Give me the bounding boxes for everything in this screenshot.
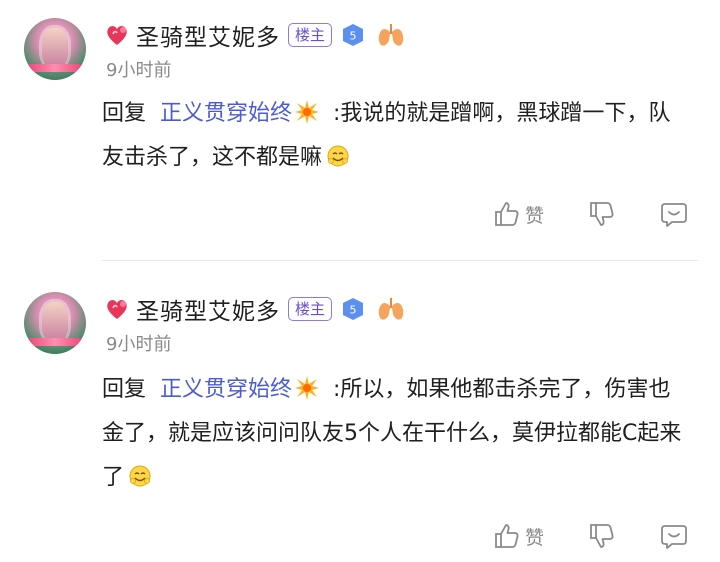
- username[interactable]: 圣骑型艾妮多: [136, 292, 280, 326]
- level-number: 5: [350, 30, 357, 43]
- thumbs-down-icon: [590, 202, 614, 226]
- comment-actions: 赞: [0, 522, 720, 558]
- comment-body: 回复 正义贯穿始终 :所以，如果他都击杀完了，伤害也金了，就是应该问问队友5个人在…: [102, 368, 692, 500]
- like-label: 赞: [525, 526, 545, 549]
- dislike-button[interactable]: [588, 522, 616, 550]
- timestamp: 9小时前: [106, 60, 172, 81]
- thumbs-up-icon: [495, 202, 519, 226]
- lungs-icon: [378, 24, 404, 46]
- divider: [102, 260, 698, 261]
- level-number: 5: [350, 304, 357, 317]
- burst-icon: [295, 100, 320, 124]
- level-badge-icon: 5: [343, 298, 364, 320]
- comment-header: 圣骑型艾妮多 楼主 5: [104, 292, 406, 326]
- thumbs-down-icon: [590, 524, 614, 548]
- avatar[interactable]: [24, 292, 86, 354]
- like-label: 赞: [525, 204, 545, 227]
- username[interactable]: 圣骑型艾妮多: [136, 18, 280, 52]
- like-button[interactable]: 赞: [493, 522, 544, 550]
- comment-header: 圣骑型艾妮多 楼主 5: [104, 18, 406, 52]
- reply-target-user[interactable]: 正义贯穿始终: [160, 101, 292, 126]
- lungs-icon: [378, 298, 404, 320]
- owner-badge: 楼主: [288, 23, 333, 47]
- comment-body: 回复 正义贯穿始终 :我说的就是蹭啊，黑球蹭一下，队友击杀了，这不都是嘛: [102, 92, 692, 180]
- burst-icon: [295, 376, 320, 400]
- smile-emoji-icon: [327, 145, 349, 167]
- smile-emoji-icon: [129, 465, 151, 487]
- reply-button[interactable]: [660, 522, 688, 550]
- reply-button[interactable]: [660, 200, 688, 228]
- comment-icon: [661, 203, 687, 227]
- reply-word: 回复: [102, 101, 147, 126]
- reply-word: 回复: [102, 377, 147, 402]
- owner-badge: 楼主: [288, 297, 333, 321]
- comment-actions: 赞: [0, 200, 720, 236]
- like-button[interactable]: 赞: [493, 200, 544, 228]
- heart-icon: [107, 300, 127, 319]
- reply-target-user[interactable]: 正义贯穿始终: [160, 377, 292, 402]
- timestamp: 9小时前: [106, 334, 172, 355]
- comment-icon: [661, 525, 687, 549]
- heart-icon: [107, 26, 127, 45]
- level-badge-icon: 5: [343, 24, 364, 46]
- thumbs-up-icon: [495, 524, 519, 548]
- comment-item: 圣骑型艾妮多 楼主 5 9小时前 回复 正义贯穿始终 :我说的就是蹭啊，黑球蹭一下…: [0, 14, 720, 254]
- comment-item: 圣骑型艾妮多 楼主 5 9小时前 回复 正义贯穿始终 :所以，如果他都击杀完了，伤…: [0, 290, 720, 562]
- dislike-button[interactable]: [588, 200, 616, 228]
- avatar[interactable]: [24, 18, 86, 80]
